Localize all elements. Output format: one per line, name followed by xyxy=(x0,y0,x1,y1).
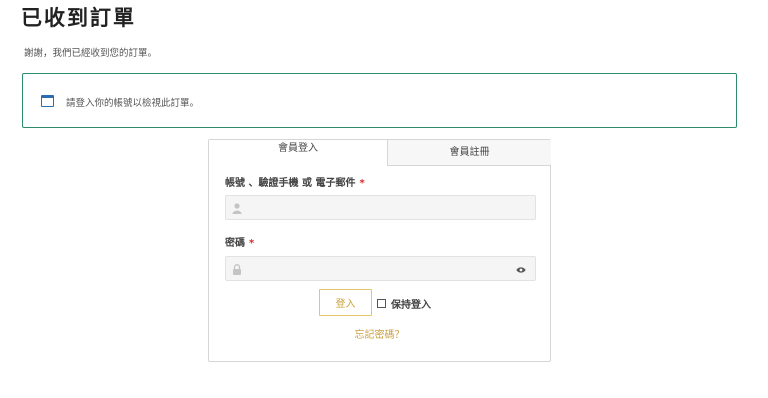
tab-member-login[interactable]: 會員登入 xyxy=(209,140,387,166)
window-icon xyxy=(41,95,54,107)
login-button[interactable]: 登入 xyxy=(319,289,372,316)
order-received-message: 謝謝，我們已經收到您的訂單。 xyxy=(24,48,158,59)
login-notice-text: 請登入你的帳號以檢視此訂單。 xyxy=(66,98,200,109)
username-label-text: 帳號 、驗證手機 或 電子郵件 xyxy=(225,178,356,189)
password-label: 密碼 * xyxy=(225,234,254,249)
password-input[interactable] xyxy=(225,256,536,281)
required-marker: * xyxy=(249,238,255,249)
password-label-text: 密碼 xyxy=(225,238,245,249)
username-label: 帳號 、驗證手機 或 電子郵件 * xyxy=(225,174,365,189)
remember-checkbox[interactable] xyxy=(377,299,386,308)
username-input[interactable] xyxy=(225,195,536,220)
login-form-box: 會員登入 會員註冊 帳號 、驗證手機 或 電子郵件 * 密碼 * 登入 保持登入 忘… xyxy=(208,139,551,362)
eye-icon[interactable] xyxy=(516,267,526,273)
user-icon xyxy=(232,203,242,214)
forgot-password-link[interactable]: 忘記密碼？ xyxy=(209,326,550,341)
tab-member-register[interactable]: 會員註冊 xyxy=(387,140,551,166)
required-marker: * xyxy=(359,178,365,189)
lock-icon xyxy=(233,264,241,275)
remember-me[interactable]: 保持登入 xyxy=(377,296,431,311)
remember-label: 保持登入 xyxy=(391,300,431,311)
login-notice-box: 請登入你的帳號以檢視此訂單。 xyxy=(22,73,737,128)
page-title: 已收到訂單 xyxy=(21,6,136,30)
